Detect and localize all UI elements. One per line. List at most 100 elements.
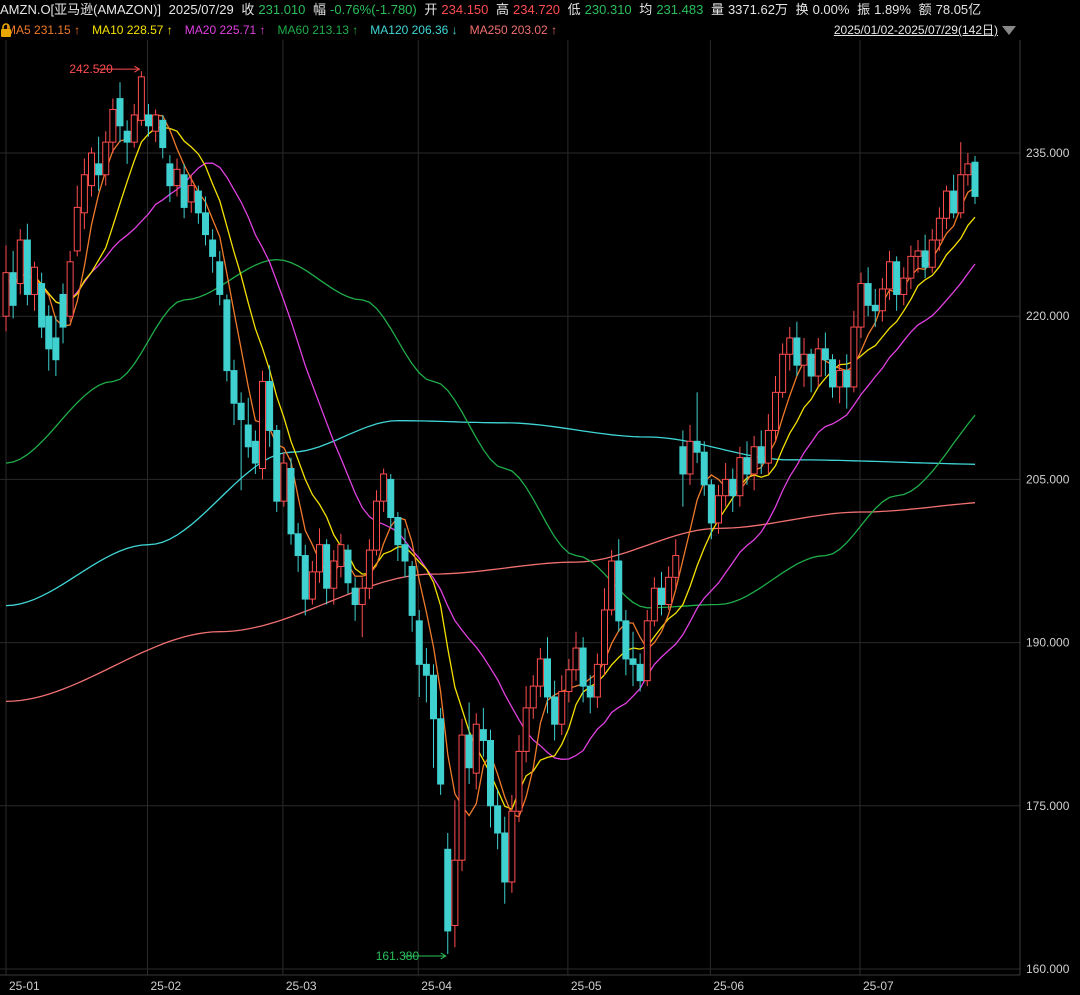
candle-up — [943, 190, 950, 219]
candle-down — [579, 647, 587, 687]
candle-down — [194, 190, 202, 214]
x-tick-label: 25-04 — [421, 979, 452, 993]
candle-down — [408, 565, 416, 616]
candle-up — [914, 250, 922, 257]
candle-up — [280, 462, 288, 502]
candle-up — [102, 141, 110, 176]
candle-down — [437, 718, 445, 785]
candle-up — [515, 750, 523, 812]
candle-up — [672, 555, 680, 578]
candle-down — [707, 484, 715, 524]
candle-up — [665, 576, 673, 606]
candle-down — [38, 283, 46, 328]
candle-down — [479, 729, 487, 742]
candle-down — [622, 620, 630, 660]
candle-down — [757, 446, 765, 464]
candle-up — [786, 337, 794, 355]
candle-down — [821, 348, 829, 361]
candle-up — [173, 168, 181, 187]
candle-down — [422, 663, 430, 676]
candle-down — [323, 544, 331, 589]
candle-down — [444, 848, 452, 932]
candle-down — [145, 114, 152, 127]
y-tick-label: 175.000 — [1026, 799, 1070, 813]
candle-up — [736, 457, 744, 497]
candle-down — [159, 119, 167, 149]
candle-down — [116, 98, 124, 127]
candle-down — [743, 457, 751, 475]
x-tick-label: 25-07 — [863, 979, 894, 993]
candle-up — [316, 544, 323, 573]
y-tick-label: 220.000 — [1026, 309, 1070, 323]
candle-down — [893, 261, 901, 295]
candle-down — [23, 239, 31, 295]
candle-up — [529, 685, 537, 709]
candle-up — [836, 370, 844, 388]
candle-down — [166, 163, 174, 187]
candle-up — [308, 571, 316, 600]
candle-down — [123, 130, 131, 143]
candle-up — [601, 609, 608, 665]
x-tick-label: 25-01 — [9, 979, 40, 993]
candle-up — [957, 174, 965, 214]
candle-down — [544, 658, 551, 698]
candle-down — [394, 516, 402, 546]
candle-down — [230, 370, 238, 404]
candle-up — [458, 734, 466, 861]
candle-down — [95, 163, 103, 176]
candle-up — [772, 391, 779, 431]
candle-down — [487, 740, 494, 807]
candle-down — [401, 544, 409, 562]
candle-down — [294, 533, 302, 557]
ma250-line — [5, 502, 976, 703]
y-tick-label: 160.000 — [1026, 962, 1070, 976]
candle-down — [615, 560, 623, 622]
candle-up — [365, 549, 373, 589]
candle-down — [586, 685, 594, 698]
candle-up — [886, 261, 893, 290]
candle-up — [907, 255, 915, 279]
candle-up — [380, 473, 388, 502]
candle-up — [764, 429, 772, 464]
min-price-label: 161.380 — [376, 949, 420, 963]
candle-down — [501, 832, 509, 883]
candle-up — [358, 587, 366, 606]
candle-down — [415, 620, 423, 665]
x-tick-label: 25-03 — [286, 979, 317, 993]
candle-down — [971, 161, 979, 197]
candle-up — [800, 353, 808, 366]
candle-down — [266, 380, 274, 431]
candle-up — [109, 108, 117, 143]
candle-down — [693, 440, 701, 453]
candle-up — [259, 380, 266, 470]
candle-down — [223, 299, 231, 372]
candle-down — [180, 174, 188, 208]
candle-up — [88, 152, 95, 187]
candle-down — [59, 293, 67, 328]
ma120-line — [5, 419, 976, 607]
candle-down — [344, 549, 352, 584]
candle-down — [658, 587, 665, 606]
candle-down — [216, 261, 224, 295]
candle-up — [536, 658, 544, 687]
y-tick-label: 190.000 — [1026, 636, 1070, 650]
candle-up — [935, 217, 943, 241]
candle-up — [73, 206, 81, 252]
candle-up — [643, 620, 651, 682]
candle-up — [850, 326, 858, 388]
candle-down — [209, 239, 217, 257]
candle-down — [202, 212, 209, 236]
candle-down — [52, 337, 60, 361]
candle-down — [465, 734, 473, 769]
candle-up — [508, 810, 516, 883]
candle-up — [857, 283, 865, 328]
candle-up — [130, 114, 138, 143]
candle-down — [287, 468, 295, 535]
candle-up — [572, 647, 580, 671]
candle-down — [921, 250, 929, 268]
candle-up — [522, 707, 530, 752]
candle-down — [807, 353, 815, 377]
candle-down — [45, 315, 53, 350]
candle-up — [558, 691, 566, 725]
candle-up — [964, 163, 972, 176]
